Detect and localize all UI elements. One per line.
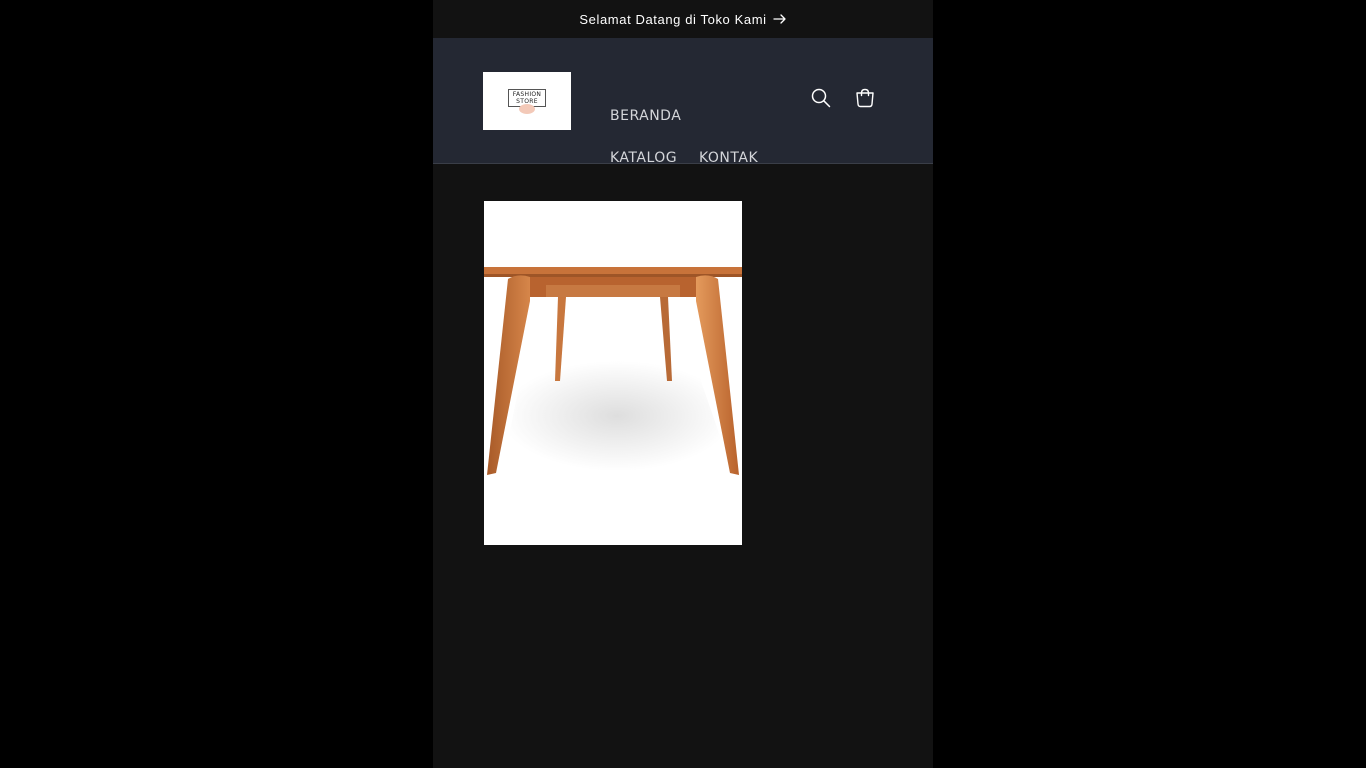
store-logo[interactable]: FASHION STORE: [483, 72, 571, 130]
nav-item-beranda[interactable]: BERANDA: [610, 108, 681, 124]
cart-button[interactable]: [851, 86, 879, 114]
store-page: Selamat Datang di Toko Kami FASHION STOR…: [433, 0, 933, 768]
announcement-bar[interactable]: Selamat Datang di Toko Kami: [433, 0, 933, 38]
announcement-text: Selamat Datang di Toko Kami: [579, 11, 767, 27]
arrow-right-icon: [772, 12, 787, 26]
nav-item-kontak[interactable]: KONTAK: [699, 150, 758, 166]
logo-accent: [519, 103, 535, 114]
search-icon: [810, 87, 832, 113]
product-image[interactable]: [484, 201, 742, 545]
cart-icon: [854, 87, 876, 113]
nav-item-katalog[interactable]: KATALOG: [610, 150, 677, 166]
search-button[interactable]: [807, 86, 835, 114]
site-header: FASHION STORE BERANDA KATALOG KONTAK: [433, 38, 933, 166]
logo-line-1: FASHION: [512, 90, 542, 98]
table-illustration: [484, 267, 742, 475]
